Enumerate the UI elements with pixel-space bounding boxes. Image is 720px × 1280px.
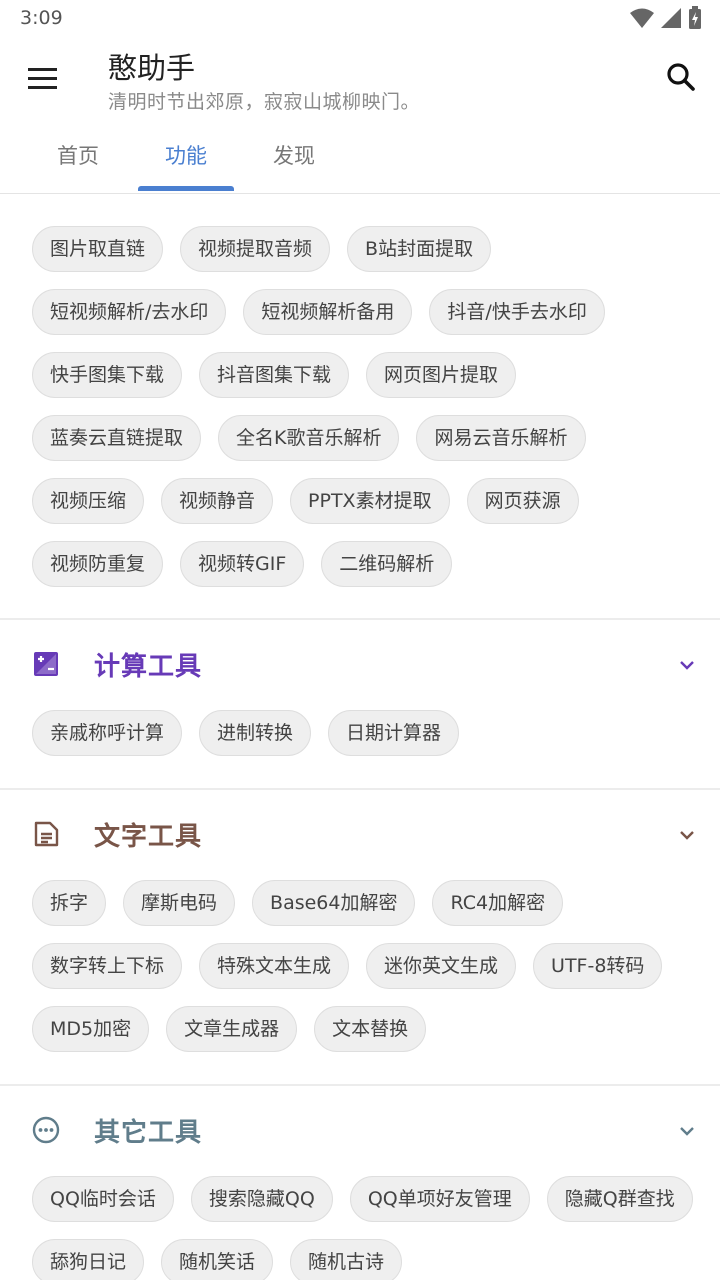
tool-chip[interactable]: 进制转换	[199, 710, 312, 756]
tool-chip[interactable]: 全名K歌音乐解析	[218, 415, 400, 461]
tool-chip[interactable]: 视频提取音频	[180, 226, 331, 272]
tool-chip[interactable]: 快手图集下载	[32, 352, 183, 398]
section-header-text-tools[interactable]: 文字工具	[0, 804, 720, 864]
tool-chip[interactable]: 拆字	[32, 880, 107, 926]
status-icons	[630, 6, 702, 30]
tool-chip[interactable]: UTF-8转码	[533, 943, 663, 989]
chevron-down-icon	[680, 831, 694, 840]
tool-chip[interactable]: 视频压缩	[32, 478, 145, 524]
tab-bar: 首页 功能 发现	[0, 124, 720, 194]
section-title-text-tools: 文字工具	[94, 822, 203, 852]
status-bar: 3:09	[0, 0, 720, 36]
feature-chip-group: 图片取直链 视频提取音频 B站封面提取短视频解析/去水印 短视频解析备用 抖音/快手去水…	[32, 226, 702, 587]
tool-chip[interactable]: MD5加密	[32, 1006, 150, 1052]
tool-chip[interactable]: 图片取直链	[32, 226, 164, 272]
tool-chip[interactable]: 迷你英文生成	[366, 943, 517, 989]
text-tools-chip-group: 拆字 摩斯电码 Base64加解密 RC4加解密数字转上下标 特殊文本生成 迷你英文生成 U…	[32, 880, 702, 1052]
tool-chip[interactable]: 二维码解析	[321, 541, 453, 587]
tool-chip[interactable]: 隐藏Q群查找	[546, 1176, 693, 1222]
tool-chip[interactable]: 特殊文本生成	[199, 943, 350, 989]
calc-tools-chip-group: 亲戚称呼计算 进制转换 日期计算器	[32, 710, 702, 756]
other-tools-chip-group: QQ临时会话 搜索隐藏QQ QQ单项好友管理 隐藏Q群查找舔狗日记 随机笑话 随机古诗	[32, 1176, 702, 1280]
tab-home[interactable]: 首页	[30, 124, 126, 192]
signal-icon	[661, 8, 681, 28]
tool-chip[interactable]: 网易云音乐解析	[416, 415, 586, 461]
tool-chip[interactable]: 短视频解析备用	[243, 289, 413, 335]
tool-chip[interactable]: 视频防重复	[32, 541, 164, 587]
tool-chip[interactable]: 抖音图集下载	[199, 352, 350, 398]
app-bar: 憨助手 清明时节出郊原，寂寂山城柳映门。	[0, 36, 720, 124]
tool-chip[interactable]: 视频转GIF	[180, 541, 305, 587]
tool-chip[interactable]: 蓝奏云直链提取	[32, 415, 202, 461]
app-title: 憨助手	[108, 51, 196, 85]
calculator-icon	[34, 652, 58, 676]
section-title-calc-tools: 计算工具	[94, 652, 203, 682]
tool-chip[interactable]: 亲戚称呼计算	[32, 710, 183, 756]
wifi-icon	[630, 8, 654, 28]
more-horizontal-icon	[32, 1116, 60, 1144]
tool-chip[interactable]: RC4加解密	[432, 880, 564, 926]
status-time: 3:09	[20, 7, 63, 29]
divider	[0, 1084, 720, 1086]
app-subtitle: 清明时节出郊原，寂寂山城柳映门。	[108, 91, 421, 113]
tool-chip[interactable]: PPTX素材提取	[290, 478, 450, 524]
search-icon	[667, 63, 695, 91]
chevron-down-icon	[680, 1127, 694, 1136]
tool-chip[interactable]: 数字转上下标	[32, 943, 183, 989]
tool-chip[interactable]: QQ临时会话	[32, 1176, 174, 1222]
tool-chip[interactable]: 网页图片提取	[366, 352, 517, 398]
section-header-other-tools[interactable]: 其它工具	[0, 1100, 720, 1160]
divider	[0, 618, 720, 620]
tab-indicator	[138, 186, 234, 191]
menu-button[interactable]	[22, 60, 62, 96]
tool-chip[interactable]: 网页获源	[466, 478, 579, 524]
tool-chip[interactable]: 文章生成器	[166, 1006, 298, 1052]
tool-chip[interactable]: 抖音/快手去水印	[429, 289, 605, 335]
chevron-down-icon	[680, 661, 694, 670]
tool-chip[interactable]: QQ单项好友管理	[349, 1176, 530, 1222]
tool-chip[interactable]: 日期计算器	[328, 710, 460, 756]
tool-chip[interactable]: Base64加解密	[252, 880, 416, 926]
tool-chip[interactable]: 随机笑话	[161, 1239, 274, 1280]
tool-chip[interactable]: 搜索隐藏QQ	[190, 1176, 333, 1222]
tool-chip[interactable]: 短视频解析/去水印	[32, 289, 227, 335]
tool-chip[interactable]: 文本替换	[314, 1006, 427, 1052]
tab-functions[interactable]: 功能	[138, 124, 234, 192]
document-icon	[34, 821, 59, 847]
menu-icon	[28, 67, 57, 71]
section-title-other-tools: 其它工具	[94, 1118, 203, 1148]
divider	[0, 788, 720, 790]
tool-chip[interactable]: 视频静音	[161, 478, 274, 524]
section-header-calc-tools[interactable]: 计算工具	[0, 634, 720, 694]
search-button[interactable]	[662, 58, 702, 98]
tab-discover[interactable]: 发现	[246, 124, 342, 192]
tool-chip[interactable]: B站封面提取	[347, 226, 492, 272]
tool-chip[interactable]: 摩斯电码	[123, 880, 236, 926]
tool-chip[interactable]: 随机古诗	[290, 1239, 403, 1280]
tool-chip[interactable]: 舔狗日记	[32, 1239, 145, 1280]
battery-icon	[689, 6, 701, 29]
